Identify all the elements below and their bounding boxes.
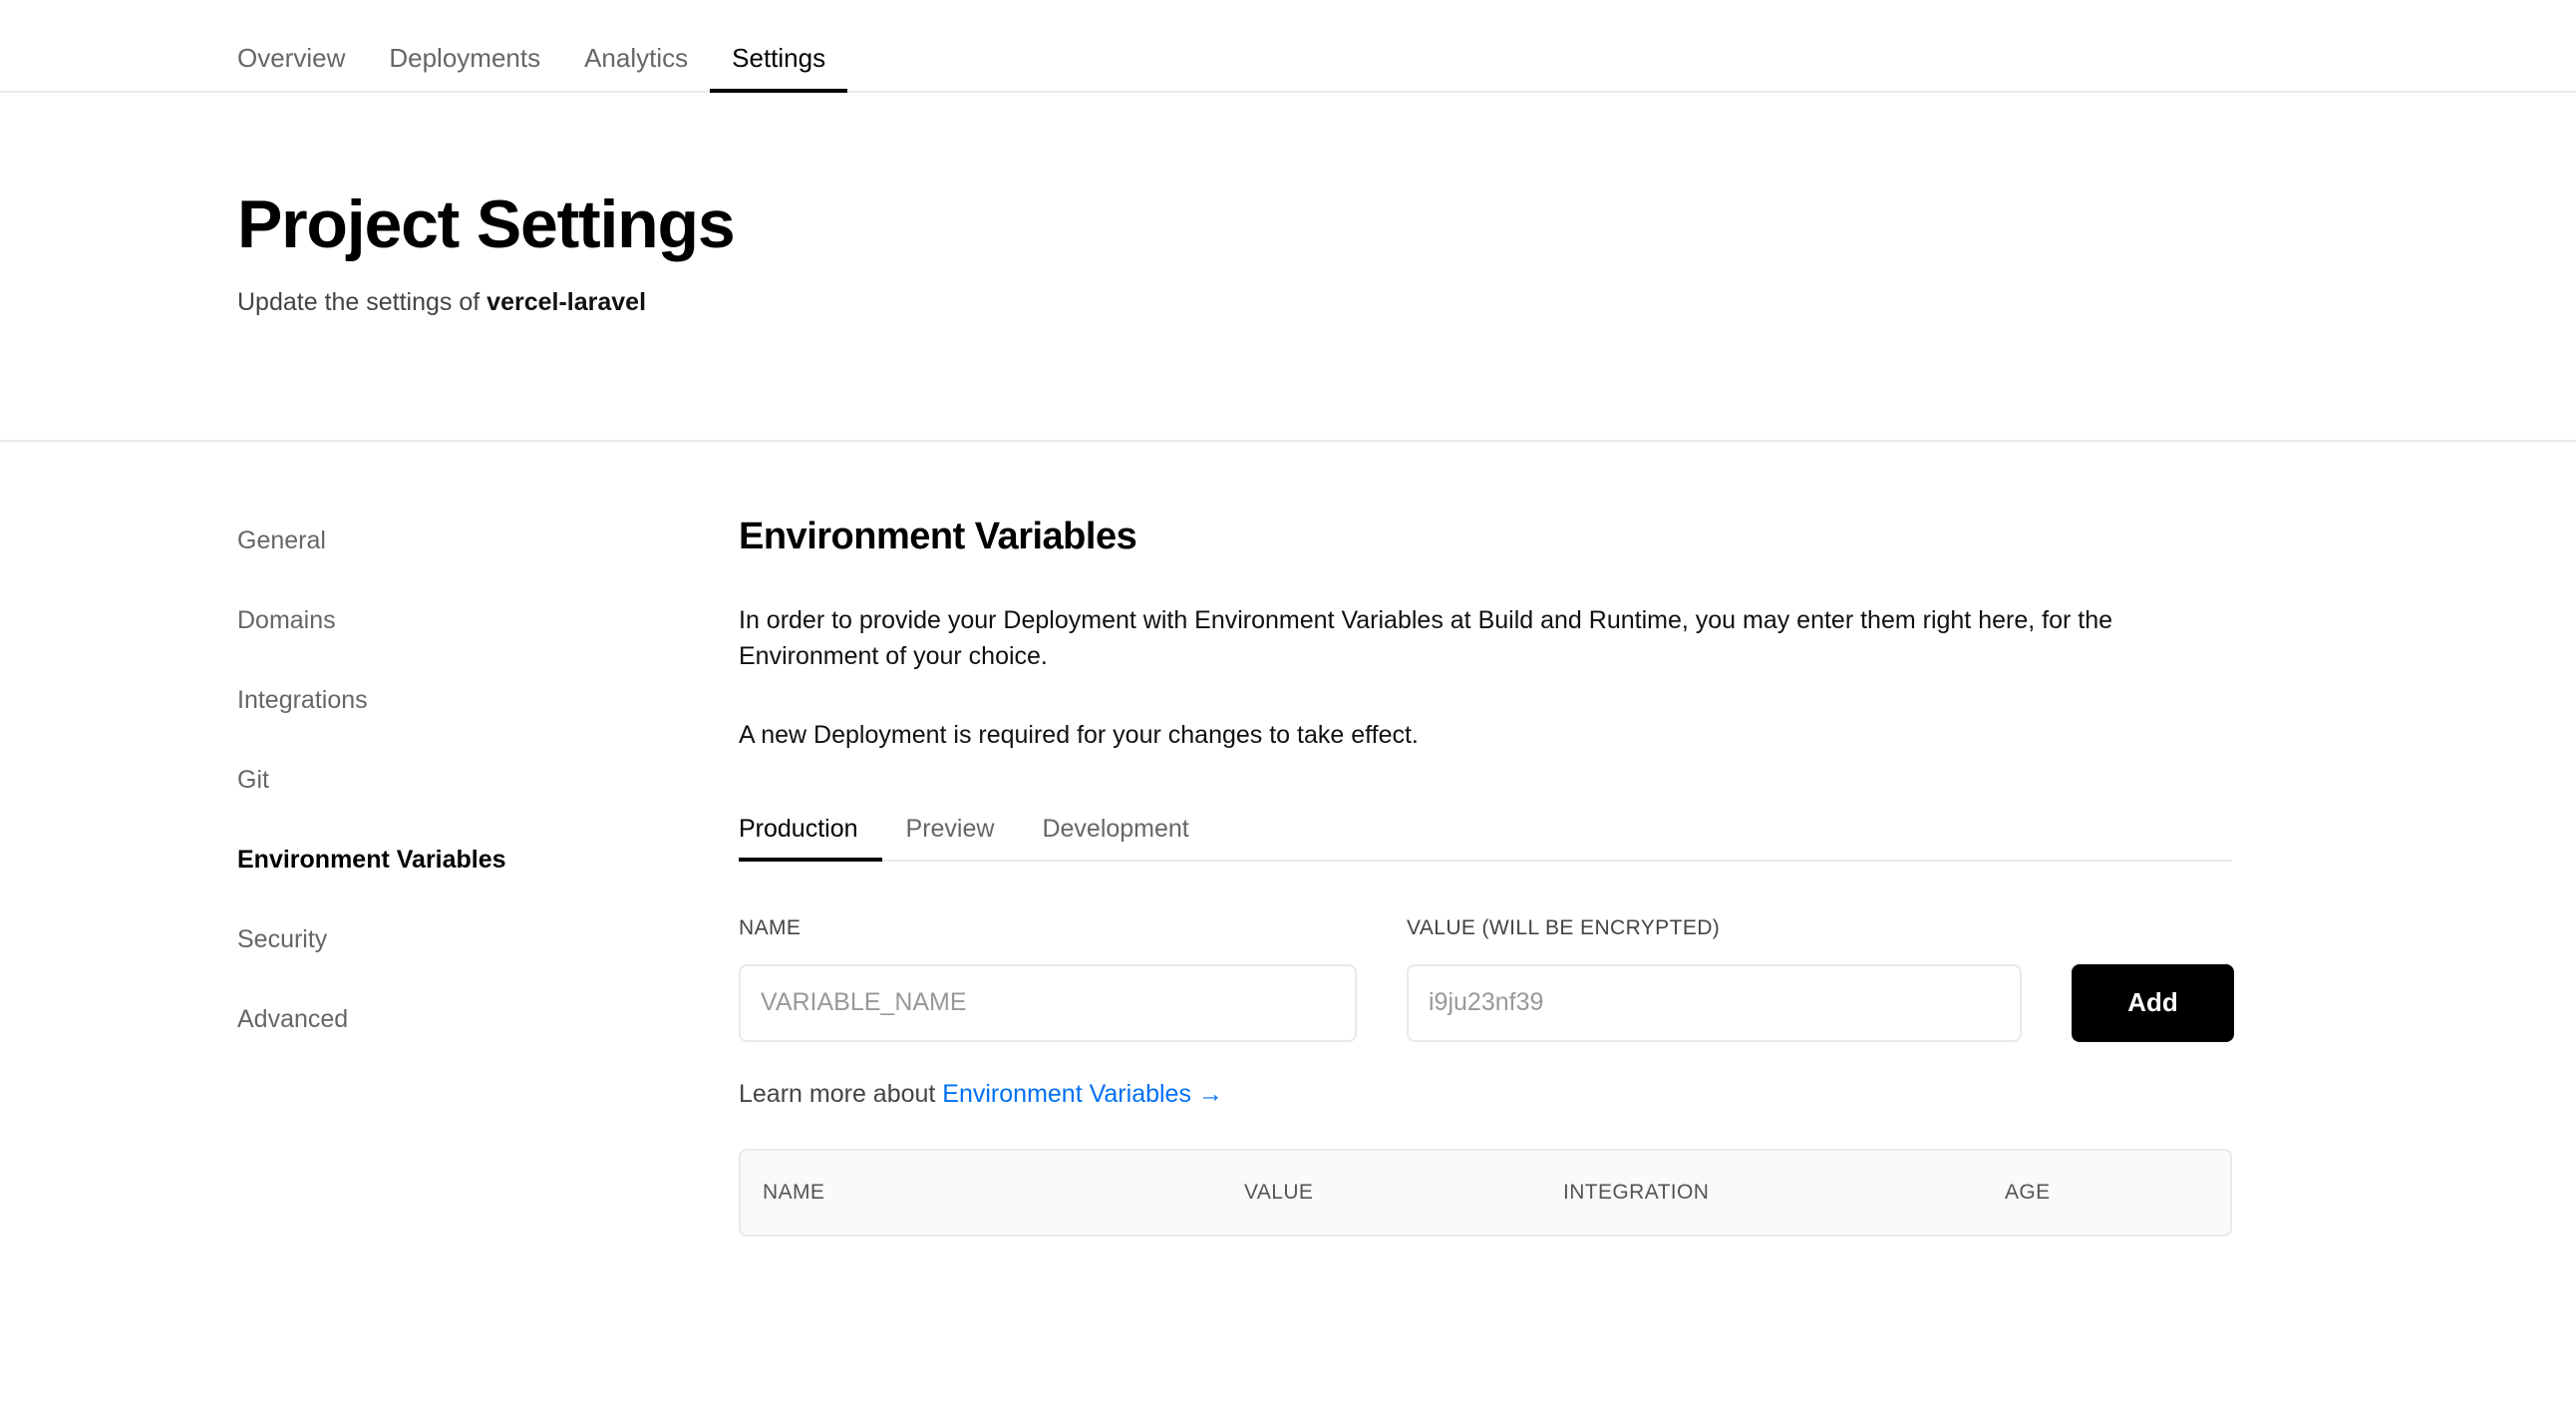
variable-name-input[interactable] xyxy=(739,963,1357,1042)
name-field-group: NAME xyxy=(739,917,1357,1042)
sidebar-item-security[interactable]: Security xyxy=(237,927,739,952)
column-header-value: VALUE xyxy=(1244,1181,1314,1205)
sidebar-item-git[interactable]: Git xyxy=(237,768,739,793)
value-field-label: VALUE (WILL BE ENCRYPTED) xyxy=(1407,915,1721,939)
sidebar-item-general[interactable]: General xyxy=(237,529,739,553)
top-navigation-bar: Overview Deployments Analytics Settings xyxy=(0,0,2576,93)
tab-deployments[interactable]: Deployments xyxy=(367,45,562,91)
project-name: vercel-laravel xyxy=(486,287,647,316)
sidebar-item-integrations[interactable]: Integrations xyxy=(237,688,739,713)
page-title: Project Settings xyxy=(237,186,736,262)
section-description-1: In order to provide your Deployment with… xyxy=(739,605,2113,671)
tab-overview[interactable]: Overview xyxy=(237,45,367,91)
variable-value-input[interactable] xyxy=(1407,963,2022,1042)
page-header: Project Settings Update the settings of … xyxy=(0,93,2576,442)
name-field-label: NAME xyxy=(739,915,802,939)
arrow-right-icon: → xyxy=(1197,1079,1223,1108)
page-subtitle-prefix: Update the settings of xyxy=(237,287,487,316)
tab-analytics[interactable]: Analytics xyxy=(562,45,710,91)
learn-more-line: Learn more about Environment Variables → xyxy=(739,1079,2234,1108)
environment-variables-docs-link[interactable]: Environment Variables → xyxy=(942,1080,1223,1108)
top-nav-tab-list: Overview Deployments Analytics Settings xyxy=(237,45,848,93)
content-area: General Domains Integrations Git Environ… xyxy=(0,442,2576,1237)
sidebar-item-advanced[interactable]: Advanced xyxy=(237,1007,739,1032)
page-subtitle: Update the settings of vercel-laravel xyxy=(237,288,2576,317)
link-label: Environment Variables xyxy=(942,1079,1191,1108)
tab-development[interactable]: Development xyxy=(1018,816,1212,860)
column-header-age: AGE xyxy=(2005,1181,2051,1205)
sidebar-item-domains[interactable]: Domains xyxy=(237,608,739,633)
learn-more-text: Learn more about xyxy=(739,1079,943,1108)
column-header-name: NAME xyxy=(763,1181,825,1205)
settings-sidebar: General Domains Integrations Git Environ… xyxy=(237,517,739,1237)
section-title: Environment Variables xyxy=(739,516,1137,557)
environment-variables-panel: Environment Variables In order to provid… xyxy=(739,516,2234,1237)
sidebar-item-environment-variables[interactable]: Environment Variables xyxy=(237,848,739,873)
column-header-integration: INTEGRATION xyxy=(1563,1181,1710,1205)
environment-tab-list: Production Preview Development xyxy=(739,816,2232,862)
tab-production[interactable]: Production xyxy=(739,816,882,862)
add-variable-button[interactable]: Add xyxy=(2072,963,2234,1042)
environment-variables-table: NAME VALUE INTEGRATION AGE xyxy=(739,1148,2232,1237)
tab-settings[interactable]: Settings xyxy=(710,45,848,93)
tab-preview[interactable]: Preview xyxy=(882,816,1019,860)
value-field-group: VALUE (WILL BE ENCRYPTED) xyxy=(1407,917,2022,1042)
section-description-2: A new Deployment is required for your ch… xyxy=(739,721,1419,750)
add-variable-form: NAME VALUE (WILL BE ENCRYPTED) Add xyxy=(739,917,2234,1042)
table-header-row: NAME VALUE INTEGRATION AGE xyxy=(741,1151,2230,1235)
